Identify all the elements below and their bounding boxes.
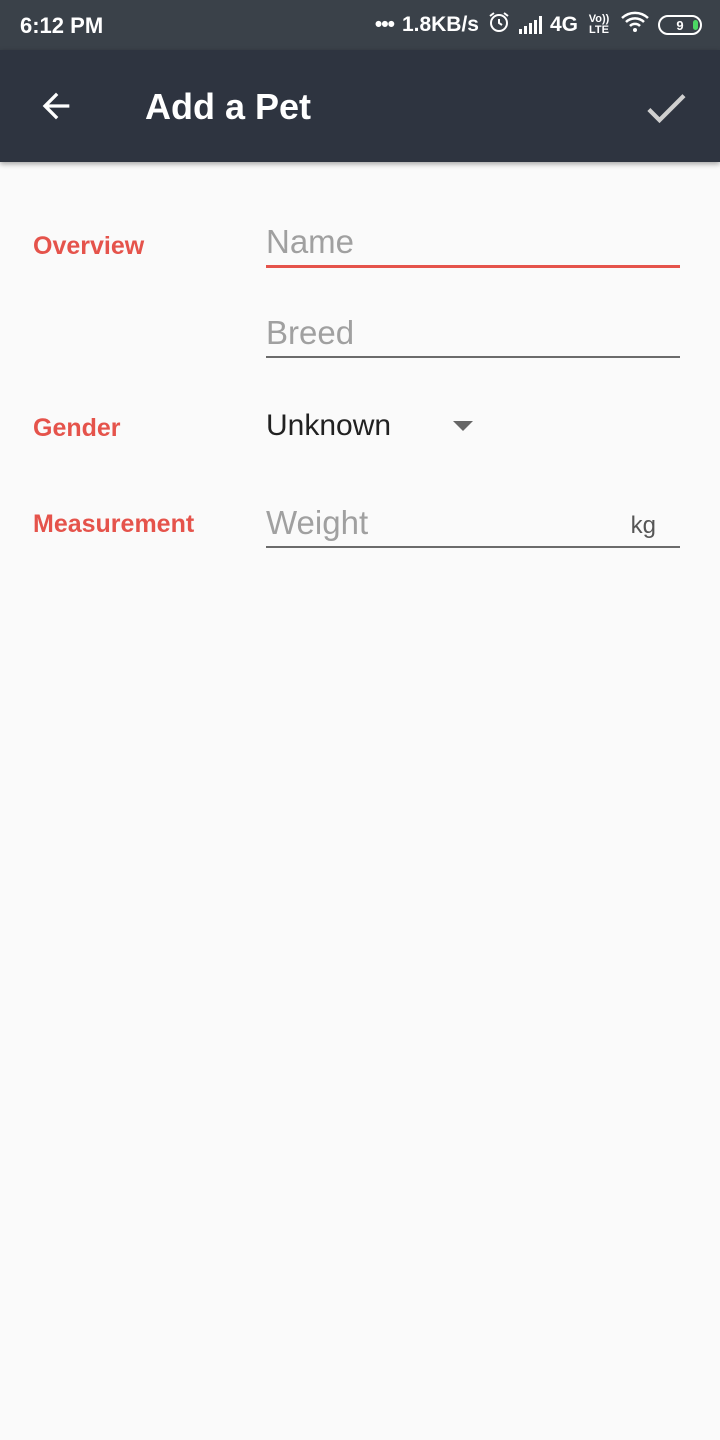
- gender-dropdown[interactable]: Unknown: [266, 402, 481, 450]
- app-toolbar: Add a Pet: [0, 50, 720, 162]
- arrow-back-icon: [42, 92, 70, 120]
- page-title: Add a Pet: [145, 86, 312, 127]
- name-field[interactable]: [266, 219, 680, 268]
- weight-input[interactable]: [266, 500, 596, 546]
- wifi-icon: [620, 11, 650, 39]
- back-button[interactable]: [28, 78, 84, 134]
- check-icon: [647, 94, 686, 124]
- network-speed: 1.8KB/s: [401, 13, 479, 36]
- measurement-label: Measurement: [33, 510, 195, 538]
- volte-icon: Vo)) LTE: [588, 13, 610, 36]
- save-button[interactable]: [636, 78, 696, 138]
- battery-level: 9: [676, 17, 684, 33]
- battery-icon: 9: [658, 15, 702, 35]
- overview-label: Overview: [33, 232, 145, 260]
- more-dots-icon: •••: [374, 13, 395, 36]
- dropdown-arrow-icon: [453, 421, 473, 431]
- status-bar: 6:12 PM ••• 1.8KB/s 4G Vo)) LTE 9: [0, 0, 720, 50]
- status-time: 6:12 PM: [20, 13, 104, 38]
- gender-label: Gender: [33, 414, 121, 442]
- network-type: 4G: [549, 13, 578, 36]
- breed-field[interactable]: [266, 310, 680, 358]
- status-icons: ••• 1.8KB/s 4G Vo)) LTE 9: [375, 10, 702, 40]
- alarm-icon: [487, 10, 511, 40]
- signal-icon: [518, 16, 542, 34]
- gender-selected-value: Unknown: [266, 409, 392, 442]
- weight-unit: kg: [630, 512, 656, 539]
- breed-input[interactable]: [266, 310, 680, 356]
- name-input[interactable]: [266, 219, 680, 265]
- weight-field[interactable]: kg: [266, 500, 680, 548]
